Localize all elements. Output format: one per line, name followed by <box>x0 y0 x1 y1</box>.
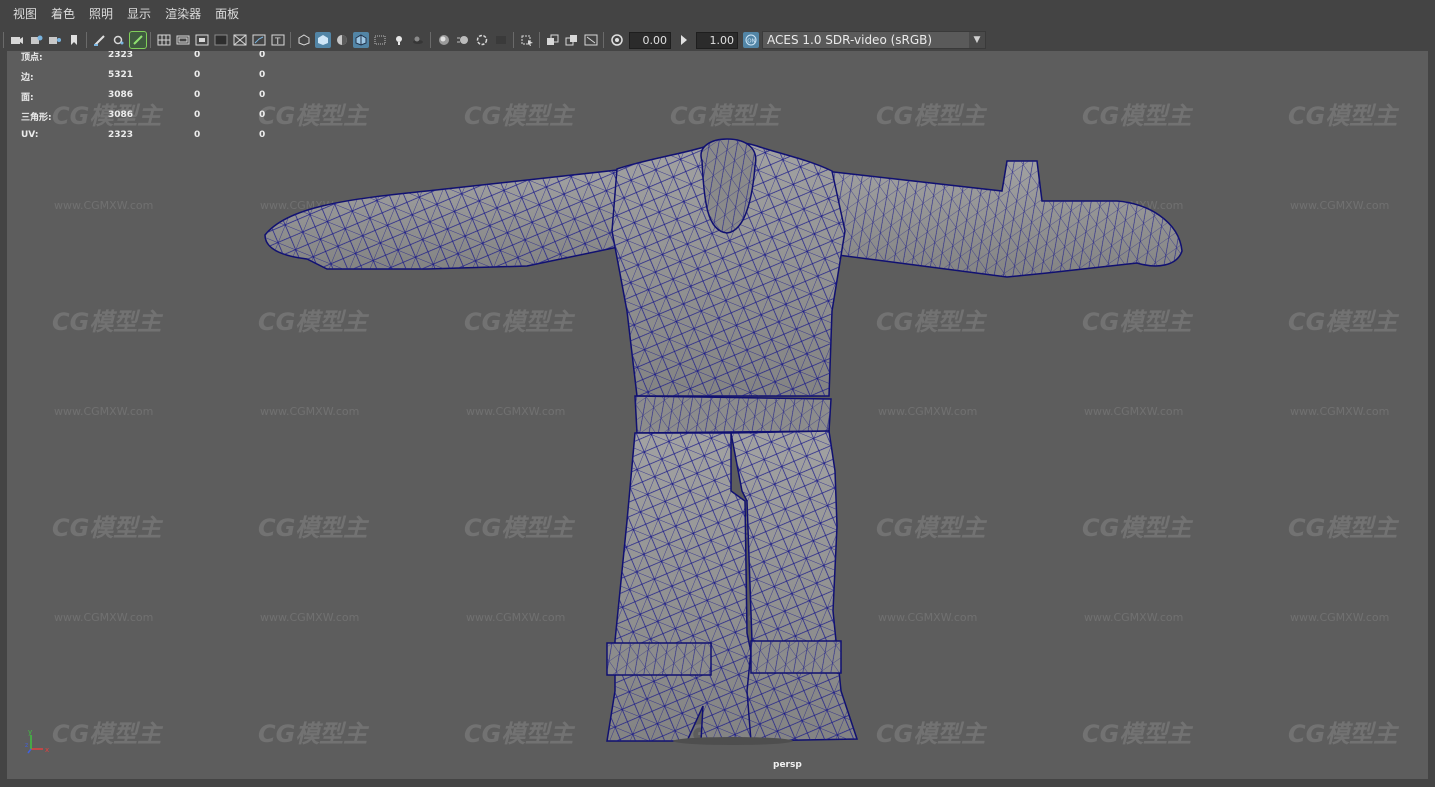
hud-label: 顶点: <box>21 53 43 63</box>
hud-row-uvs: UV: 2323 0 0 <box>21 130 301 151</box>
character-wireframe-model[interactable] <box>7 51 1428 779</box>
colorspace-value: ACES 1.0 SDR-video (sRGB) <box>767 33 933 47</box>
toolbar-separator <box>513 32 514 48</box>
camera-name-label: persp <box>773 760 802 770</box>
hud-row-faces: 面: 3086 0 0 <box>21 90 301 111</box>
hud-label: UV: <box>21 130 39 140</box>
hud-value: 0 <box>259 90 266 100</box>
viewport-frame-bottom <box>0 779 1435 787</box>
select-camera-icon[interactable] <box>9 32 25 48</box>
axis-z-label: z <box>25 742 28 749</box>
toolbar-separator <box>539 32 540 48</box>
depth-of-field-icon[interactable] <box>493 32 509 48</box>
hud-value: 2323 <box>108 51 134 60</box>
hud-value: 0 <box>259 110 266 120</box>
exposure-icon[interactable] <box>609 32 625 48</box>
mesh-body <box>264 138 1183 745</box>
menu-bar: 视图 着色 照明 显示 渲染器 面板 <box>0 0 1435 29</box>
menu-item-2[interactable]: 照明 <box>82 0 120 29</box>
menu-item-5[interactable]: 面板 <box>208 0 246 29</box>
camera-attributes-icon[interactable] <box>28 32 44 48</box>
menu-item-4[interactable]: 渲染器 <box>158 0 208 29</box>
toolbar-separator <box>150 32 151 48</box>
hud-value: 0 <box>194 130 201 140</box>
resolution-gate-icon[interactable] <box>194 32 210 48</box>
shadows-icon[interactable] <box>410 32 426 48</box>
grease-pencil-active-icon[interactable] <box>128 31 147 49</box>
gamma-icon[interactable] <box>676 32 692 48</box>
hud-label: 边: <box>21 73 34 83</box>
hud-value: 0 <box>194 70 201 80</box>
hud-row-vertices: 顶点: 2323 0 0 <box>21 51 301 71</box>
anti-alias-icon[interactable] <box>474 32 490 48</box>
wireframe-icon[interactable] <box>296 32 312 48</box>
hud-label: 面: <box>21 93 34 103</box>
use-lights-icon[interactable] <box>391 32 407 48</box>
hud-value: 3086 <box>108 90 134 100</box>
axis-y-label: y <box>28 728 32 736</box>
grease-pencil-icon[interactable] <box>92 32 108 48</box>
color-management-icon[interactable]: ON <box>742 32 759 48</box>
safe-action-icon[interactable] <box>251 32 267 48</box>
default-material-icon[interactable] <box>334 32 350 48</box>
field-chart-icon[interactable] <box>232 32 248 48</box>
xray-joints-icon[interactable] <box>545 32 561 48</box>
hud-value: 0 <box>259 130 266 140</box>
hud-row-triangles: 三角形: 3086 0 0 <box>21 110 301 131</box>
toggle-hud-icon[interactable] <box>583 32 599 48</box>
image-plane-icon[interactable] <box>66 32 82 48</box>
menu-item-1[interactable]: 着色 <box>44 0 82 29</box>
toolbar-separator <box>290 32 291 48</box>
hud-value: 0 <box>194 51 201 60</box>
axis-gizmo: x y z <box>25 728 49 754</box>
svg-text:ON: ON <box>747 39 755 45</box>
toolbar-separator <box>86 32 87 48</box>
toolbar-separator <box>430 32 431 48</box>
isolate-select-icon[interactable] <box>519 32 535 48</box>
wireframe-on-shaded-icon[interactable] <box>352 32 369 48</box>
hud-label: 三角形: <box>21 113 52 123</box>
gate-mask-icon[interactable] <box>213 32 229 48</box>
gamma-field[interactable]: 1.00 <box>696 31 738 49</box>
svg-text:T: T <box>274 37 281 46</box>
xray-active-icon[interactable] <box>564 32 580 48</box>
hud-value: 3086 <box>108 110 134 120</box>
grid-icon[interactable] <box>156 32 172 48</box>
hud-value: 0 <box>194 110 201 120</box>
toolbar-separator <box>3 32 4 48</box>
menu-item-0[interactable]: 视图 <box>0 0 44 29</box>
axis-x-label: x <box>45 746 49 754</box>
hud-value: 0 <box>194 90 201 100</box>
panel-toolbar: T 0.00 1.00 ON ACES 1.0 SDR-video (sRGB)… <box>0 29 1435 51</box>
hud-value: 0 <box>259 70 266 80</box>
toolbar-separator <box>603 32 604 48</box>
hud-row-edges: 边: 5321 0 0 <box>21 70 301 91</box>
hud-value: 0 <box>259 51 266 60</box>
exposure-field[interactable]: 0.00 <box>629 31 671 49</box>
hud-value: 2323 <box>108 130 134 140</box>
dropdown-arrow-icon[interactable]: ▼ <box>969 32 985 48</box>
colorspace-dropdown[interactable]: ACES 1.0 SDR-video (sRGB) ▼ <box>762 31 986 49</box>
safe-title-icon[interactable]: T <box>270 32 286 48</box>
ambient-occlusion-icon[interactable] <box>436 32 452 48</box>
xray-icon[interactable] <box>372 32 388 48</box>
menu-item-3[interactable]: 显示 <box>120 0 158 29</box>
2d-pan-zoom-icon[interactable] <box>111 32 127 48</box>
film-gate-icon[interactable] <box>175 32 191 48</box>
smooth-shade-icon[interactable] <box>314 32 331 48</box>
poly-count-hud: 顶点: 2323 0 0 边: 5321 0 0 面: 3086 0 0 三角形: 3086 0 0 U… <box>21 51 301 151</box>
viewport-persp[interactable]: CG模型主 CG模型主 CG模型主 CG模型主 www.CGMXW.com www.CGM… <box>7 51 1428 779</box>
hud-value: 5321 <box>108 70 134 80</box>
motion-blur-icon[interactable] <box>455 32 471 48</box>
viewport-frame-right <box>1428 51 1435 787</box>
bookmark-icon[interactable] <box>47 32 63 48</box>
